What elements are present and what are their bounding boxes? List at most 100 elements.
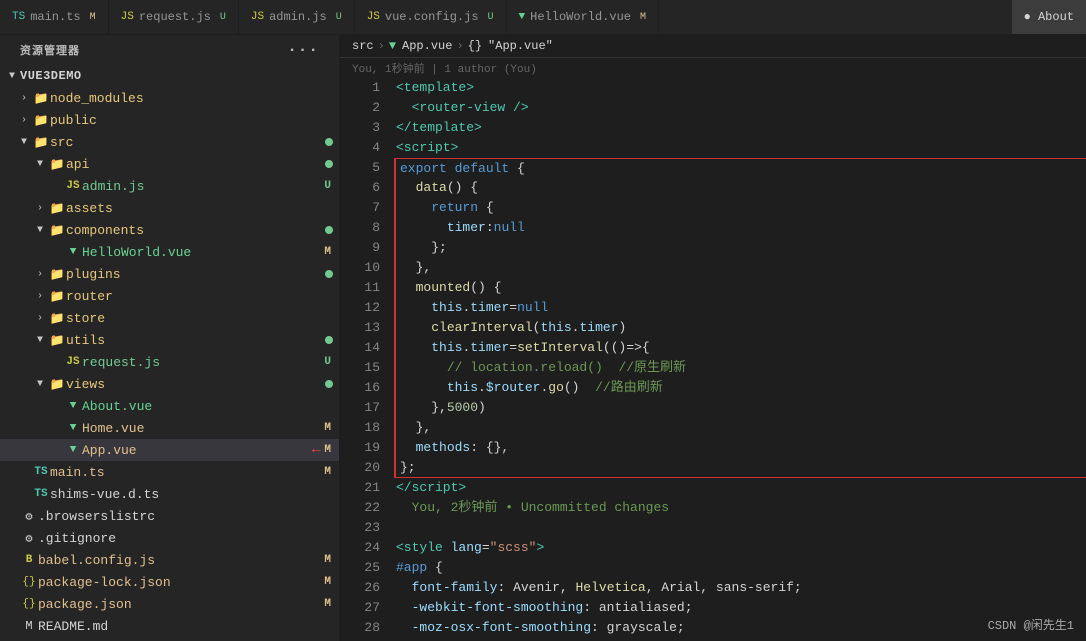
chevron-down-icon: ▼ xyxy=(4,71,20,82)
sidebar-item-components[interactable]: ▼ 📁 components xyxy=(0,219,339,241)
folder-icon: 📁 xyxy=(48,289,66,304)
chevron-down-icon: ▼ xyxy=(32,335,48,346)
sidebar-item-app-vue[interactable]: ▼ App.vue ← M xyxy=(0,439,339,461)
breadcrumb-sep1: › xyxy=(378,39,385,53)
sidebar-header: 资源管理器 ··· xyxy=(0,35,339,65)
tree-root[interactable]: ▼ VUE3DEMO xyxy=(0,65,339,87)
folder-label: plugins xyxy=(66,267,325,282)
file-label: package.json xyxy=(38,597,324,612)
sidebar-item-admin-js[interactable]: JS admin.js U xyxy=(0,175,339,197)
tab-badge-untracked: U xyxy=(488,12,494,23)
git-badge: U xyxy=(324,180,331,192)
git-badge: M xyxy=(324,422,331,434)
active-arrow-icon: ← xyxy=(312,442,320,458)
git-dot xyxy=(325,270,333,278)
chevron-down-icon: ▼ xyxy=(32,379,48,390)
git-badge: U xyxy=(324,356,331,368)
sidebar-item-readme[interactable]: M README.md xyxy=(0,615,339,637)
tab-about[interactable]: ● About xyxy=(1012,0,1086,35)
json-file-icon: {} xyxy=(20,576,38,588)
file-label: package-lock.json xyxy=(38,575,324,590)
tab-badge-modified: M xyxy=(90,12,96,23)
code-editor[interactable]: 12345 678910 1112131415 1617181920 21222… xyxy=(340,78,1086,641)
sidebar-item-plugins[interactable]: › 📁 plugins xyxy=(0,263,339,285)
sidebar-item-babel[interactable]: B babel.config.js M xyxy=(0,549,339,571)
git-badge: M xyxy=(324,246,331,258)
file-label: .gitignore xyxy=(38,531,339,546)
breadcrumb: src › ▼ App.vue › {} "App.vue" xyxy=(340,35,1086,58)
ts-file-icon: TS xyxy=(32,488,50,500)
code-content[interactable]: <template> <router-view /></template><sc… xyxy=(388,78,1086,641)
sidebar-dots-menu[interactable]: ··· xyxy=(287,41,319,59)
sidebar-item-src[interactable]: ▼ 📁 src xyxy=(0,131,339,153)
tab-vue-config[interactable]: JS vue.config.js U xyxy=(355,0,507,35)
tab-label: admin.js xyxy=(269,10,327,24)
sidebar-item-utils[interactable]: ▼ 📁 utils xyxy=(0,329,339,351)
git-badge: M xyxy=(324,466,331,478)
sidebar-item-main-ts[interactable]: TS main.ts M xyxy=(0,461,339,483)
folder-label: store xyxy=(66,311,339,326)
json-file-icon: {} xyxy=(20,598,38,610)
folder-label: utils xyxy=(66,333,325,348)
file-label: admin.js xyxy=(82,179,324,194)
vue-file-icon: ▼ xyxy=(64,400,82,412)
folder-label: node_modules xyxy=(50,91,339,106)
sidebar-item-shims[interactable]: TS shims-vue.d.ts xyxy=(0,483,339,505)
sidebar-item-package-lock[interactable]: {} package-lock.json M xyxy=(0,571,339,593)
sidebar-item-tsconfig[interactable]: {} tsconfig.json xyxy=(0,637,339,641)
main-layout: 资源管理器 ··· ▼ VUE3DEMO › 📁 node_modules › … xyxy=(0,35,1086,641)
sidebar-item-browserslistrc[interactable]: ⚙ .browserslistrc xyxy=(0,505,339,527)
sidebar-item-views[interactable]: ▼ 📁 views xyxy=(0,373,339,395)
chevron-right-icon: › xyxy=(16,115,32,126)
git-dot xyxy=(325,380,333,388)
git-dot xyxy=(325,160,333,168)
tab-badge-untracked: U xyxy=(220,12,226,23)
git-dot xyxy=(325,226,333,234)
sidebar-item-router[interactable]: › 📁 router xyxy=(0,285,339,307)
tab-about-label: ● About xyxy=(1024,10,1074,24)
sidebar-item-node-modules[interactable]: › 📁 node_modules xyxy=(0,87,339,109)
sidebar[interactable]: 资源管理器 ··· ▼ VUE3DEMO › 📁 node_modules › … xyxy=(0,35,340,641)
bc-src[interactable]: src xyxy=(352,39,374,53)
tab-admin-js[interactable]: JS admin.js U xyxy=(239,0,355,35)
sidebar-item-helloworld[interactable]: ▼ HelloWorld.vue M xyxy=(0,241,339,263)
file-label: .browserslistrc xyxy=(38,509,339,524)
git-dot xyxy=(325,336,333,344)
folder-icon: 📁 xyxy=(32,113,50,128)
sidebar-item-package[interactable]: {} package.json M xyxy=(0,593,339,615)
sidebar-item-home-vue[interactable]: ▼ Home.vue M xyxy=(0,417,339,439)
sidebar-item-assets[interactable]: › 📁 assets xyxy=(0,197,339,219)
folder-icon: 📁 xyxy=(32,135,50,150)
folder-label: assets xyxy=(66,201,339,216)
file-label: main.ts xyxy=(50,465,324,480)
file-label: About.vue xyxy=(82,399,339,414)
bc-func-icon: {} xyxy=(468,39,482,53)
sidebar-item-about-vue[interactable]: ▼ About.vue xyxy=(0,395,339,417)
bc-vue-icon: ▼ xyxy=(389,39,396,53)
chevron-down-icon: ▼ xyxy=(16,137,32,148)
tab-main-ts[interactable]: TS main.ts M xyxy=(0,0,109,35)
vue-file-icon: ▼ xyxy=(64,444,82,456)
tab-request-js[interactable]: JS request.js U xyxy=(109,0,239,35)
chevron-right-icon: › xyxy=(32,269,48,280)
chevron-down-icon: ▼ xyxy=(32,225,48,236)
chevron-right-icon: › xyxy=(32,313,48,324)
folder-label: components xyxy=(66,223,325,238)
sidebar-item-public[interactable]: › 📁 public xyxy=(0,109,339,131)
tab-badge-untracked: U xyxy=(336,12,342,23)
js-file-icon: B xyxy=(20,554,38,566)
bc-app-vue[interactable]: App.vue xyxy=(402,39,452,53)
chevron-right-icon: › xyxy=(16,93,32,104)
sidebar-item-request-js[interactable]: JS request.js U xyxy=(0,351,339,373)
folder-label: router xyxy=(66,289,339,304)
tab-hello-world[interactable]: ▼ HelloWorld.vue M xyxy=(507,0,659,35)
folder-icon: 📁 xyxy=(48,223,66,238)
sidebar-item-store[interactable]: › 📁 store xyxy=(0,307,339,329)
vue-file-icon: ▼ xyxy=(64,422,82,434)
sidebar-item-api[interactable]: ▼ 📁 api xyxy=(0,153,339,175)
git-badge: M xyxy=(324,576,331,588)
bc-func-name[interactable]: "App.vue" xyxy=(488,39,553,53)
sidebar-item-gitignore[interactable]: ⚙ .gitignore xyxy=(0,527,339,549)
sidebar-title: 资源管理器 xyxy=(20,42,80,58)
folder-label: src xyxy=(50,135,325,150)
